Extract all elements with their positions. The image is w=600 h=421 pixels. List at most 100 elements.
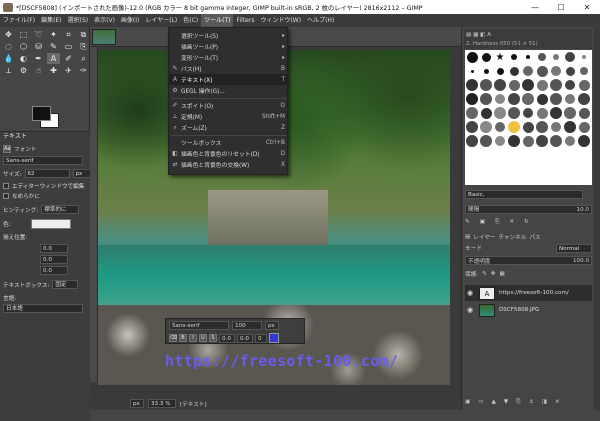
italic-icon[interactable]: I [189,334,197,342]
clone-icon[interactable]: ⎘ [77,41,90,52]
menu-item-swap-colors[interactable]: ⇄ 描画色と背景色の交換(W) X [169,159,289,170]
eraser-icon[interactable]: ▭ [62,41,75,52]
canvas-size-input[interactable]: 100 [232,321,262,330]
heal-icon[interactable]: ✚ [47,65,60,76]
anchor-icon[interactable]: ⚓ [529,399,534,405]
lock-pixels-icon[interactable]: ✎ [482,271,487,277]
warp-icon[interactable]: ◌ [2,41,15,52]
unified-transform-icon[interactable]: ⧉ [77,29,90,40]
menu-item-zoom[interactable]: ⌕ ズーム(Z) Z [169,122,289,133]
crop-icon[interactable]: ⌗ [62,29,75,40]
menu-image[interactable]: 画像(I) [118,14,142,27]
brush-spacing-slider[interactable]: 間隔 10.0 [465,205,592,214]
layer-row[interactable]: ◉ A https://freesoft-100.com/ [465,285,592,301]
rect-select-icon[interactable]: ⬚ [17,29,30,40]
box-select[interactable]: 固定 [52,280,79,289]
menu-item-paint-tools[interactable]: 描画ツール(P) ▸ [169,41,289,52]
brushes-tab-icons[interactable]: ▤ ▦ ◧ A [466,32,491,38]
edit-brush-icon[interactable]: ✎ [465,219,470,225]
menu-select[interactable]: 選択(S) [65,14,92,27]
new-layer-icon[interactable]: ▣ [465,399,470,405]
menu-item-toolbox[interactable]: ツールボックス Ctrl+B [169,137,289,148]
font-input[interactable]: Sans-serif [3,156,83,165]
move-tool-icon[interactable]: ✥ [2,29,15,40]
font-preview-icon[interactable]: Aa [3,145,11,153]
lasso-icon[interactable]: ➰ [32,29,45,40]
canvas-font-input[interactable]: Sans-serif [169,321,229,330]
image-tab-thumbnail[interactable] [92,29,116,45]
indent-input[interactable]: 0.0 [40,244,68,253]
watermark-text[interactable]: https://freesoft-100.com/ [165,352,398,370]
mode-select[interactable]: Normal [556,243,592,253]
folder-icon[interactable]: ▭ [478,399,483,405]
dock-scrollbar[interactable] [594,27,600,410]
dodge-icon[interactable]: ◐ [17,53,30,64]
maximize-button[interactable]: ☐ [548,0,574,14]
airbrush-icon[interactable]: ✈ [62,65,75,76]
menu-item-gegl[interactable]: ⚙ GEGL 操作(G)... [169,85,289,96]
menu-item-paths[interactable]: ✎ パス(H) B [169,63,289,74]
raise-layer-icon[interactable]: ▲ [492,399,496,405]
bucket-fill-icon[interactable]: ⛁ [32,41,45,52]
lower-layer-icon[interactable]: ▼ [504,399,508,405]
baseline-input[interactable]: 0.0 [219,333,235,343]
menu-colors[interactable]: 色(C) [180,14,201,27]
bold-icon[interactable]: B [179,334,187,342]
lock-position-icon[interactable]: ✥ [491,271,496,277]
unit-select[interactable]: px [130,399,144,408]
fg-bg-colors[interactable] [30,105,60,129]
zoom-select[interactable]: 33.3 % [148,399,176,408]
measure-icon[interactable]: ⟂ [2,65,15,76]
delete-layer-icon[interactable]: ✕ [555,399,560,405]
size-input[interactable]: 62 [24,169,70,178]
strike-icon[interactable]: S [209,334,217,342]
menu-filters[interactable]: Filters [233,14,257,27]
minimize-button[interactable]: — [522,0,548,14]
menu-item-reset-colors[interactable]: ◧ 描画色と背景色のリセット(D) D [169,148,289,159]
fuzzy-select-icon[interactable]: ✦ [47,29,60,40]
tab-paths[interactable]: パス [529,233,540,241]
visibility-eye-icon[interactable]: ◉ [465,289,475,297]
ink-icon[interactable]: ✑ [77,65,90,76]
color-picker-icon[interactable]: ✐ [62,53,75,64]
tab-layers[interactable]: レイヤー [473,233,495,241]
blur-icon[interactable]: 💧 [2,53,15,64]
duplicate-brush-icon[interactable]: ⎘ [495,219,499,226]
opacity-slider[interactable]: 不透明度 100.0 [465,256,592,265]
antialias-checkbox[interactable] [3,193,9,199]
menu-view[interactable]: 表示(V) [91,14,118,27]
menu-item-transform-tools[interactable]: 変形ツール(T) ▸ [169,52,289,63]
language-input[interactable]: 日本語 [3,304,83,313]
line-spacing-input[interactable]: 0.0 [40,255,68,264]
menu-help[interactable]: ヘルプ(H) [304,14,337,27]
menu-edit[interactable]: 編集(E) [38,14,64,27]
menu-tools[interactable]: ツール(T) [201,14,234,27]
menu-file[interactable]: ファイル(F) [0,14,38,27]
hinting-select[interactable]: 標準的に [41,205,80,214]
clear-style-icon[interactable]: ⌫ [169,334,177,342]
use-editor-checkbox[interactable] [3,183,9,189]
new-brush-icon[interactable]: ▣ [480,219,485,225]
text-color-button[interactable] [31,219,72,229]
gegl-icon[interactable]: ⚙ [17,65,30,76]
visibility-eye-icon[interactable]: ◉ [465,306,475,314]
brush-filter-input[interactable]: Basic, [465,189,583,199]
menu-item-text[interactable]: A テキスト(X) T [169,74,289,85]
menu-windows[interactable]: ウィンドウ(W) [257,14,304,27]
text-tool-icon[interactable]: A [47,53,60,64]
cage-icon[interactable]: ⬡ [17,41,30,52]
menu-layer[interactable]: レイヤー(L) [142,14,180,27]
menu-item-measure[interactable]: ⟂ 定規(M) Shift+M [169,111,289,122]
smudge-icon[interactable]: ☝ [32,65,45,76]
menu-item-color-picker[interactable]: ✐ スポイト(O) O [169,100,289,111]
paintbrush-icon[interactable]: ✎ [47,41,60,52]
close-button[interactable]: ✕ [574,0,600,14]
delete-brush-icon[interactable]: ✕ [509,219,514,225]
lock-alpha-icon[interactable]: ▦ [499,271,504,277]
letter-spacing-input[interactable]: 0.0 [40,266,68,275]
tracking-input[interactable]: 0 [255,333,267,343]
layer-row[interactable]: ◉ DSCF5808.JPG [465,302,592,318]
menu-item-selection-tools[interactable]: 選択ツール(S) ▸ [169,30,289,41]
brush-grid[interactable]: ★ [465,50,592,185]
tab-channels[interactable]: チャンネル [499,233,527,241]
